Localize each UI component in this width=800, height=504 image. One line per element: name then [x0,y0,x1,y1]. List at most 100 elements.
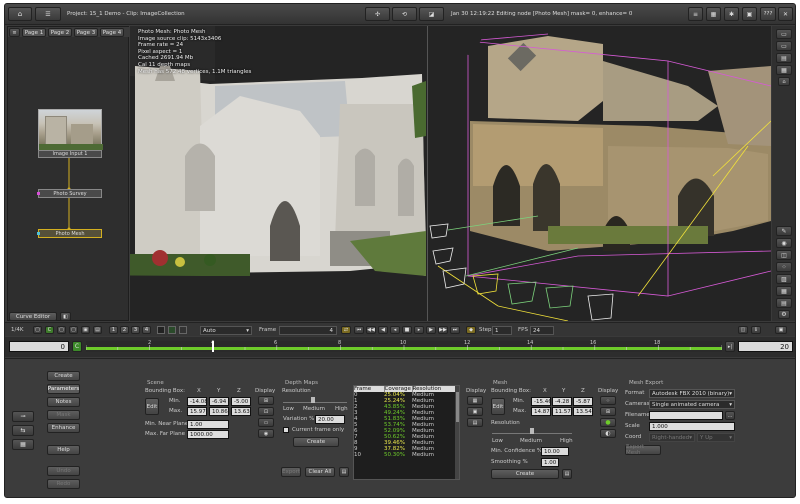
wipe-icon[interactable]: ▤ [93,326,102,334]
mesh-resolution-slider[interactable] [492,428,572,434]
view-1-button[interactable]: 1 [109,326,118,334]
play-icon[interactable]: ▶ [426,326,436,334]
color-swatch-blue[interactable] [179,326,187,334]
confidence-input[interactable]: 10.00 [541,447,569,456]
layout-split-icon[interactable]: ▭ [776,41,792,51]
menu-icon[interactable]: ☰ [35,7,61,21]
play-reverse-icon[interactable]: ◀ [378,326,388,334]
browse-icon[interactable]: … [725,411,735,420]
curve-editor-tab[interactable]: Curve Editor [9,312,57,321]
view-3-button[interactable]: 3 [131,326,140,334]
timeline-end-marker-icon[interactable]: ▸| [725,341,735,352]
export-mesh-button[interactable]: Export Mesh [625,444,661,456]
zoom-readout[interactable]: 1/4K [11,327,23,333]
step-input[interactable]: 1 [492,326,512,335]
depth-display-grid-icon[interactable]: ▦ [467,396,483,405]
notes-button[interactable]: Notes [47,397,80,407]
cameras-select[interactable]: Single animated camera ▾ [649,400,735,409]
view-2-button[interactable]: 2 [120,326,129,334]
depth-export-button[interactable]: Export [281,467,301,477]
fps-input[interactable]: 24 [530,326,554,335]
mask-button[interactable]: Mask [47,410,80,420]
rotate-icon[interactable]: ⟲ [392,7,417,21]
node-photo-survey[interactable]: Photo Survey [38,189,102,198]
timeline-start[interactable]: 0 [9,341,69,352]
layout-horizontal-icon[interactable]: ▤ [776,53,792,63]
fullscreen-icon[interactable]: ▣ [775,326,787,334]
app-logo-icon[interactable]: ⌂ [8,7,32,21]
scene-min-y[interactable]: -6.94 [209,397,229,406]
info-icon[interactable]: ℹ [751,326,761,334]
layout-quad-icon[interactable]: ▦ [776,65,792,75]
create-button[interactable]: Create [47,371,80,381]
depth-create-button[interactable]: Create [293,437,339,447]
parameters-button[interactable]: Parameters [47,384,80,394]
mode-select[interactable]: Auto ▾ [200,326,252,335]
slider-handle[interactable] [530,428,534,434]
camera-mode-icon[interactable]: ✣ [365,7,390,21]
depth-table-icon[interactable]: ▤ [339,467,349,477]
table-tool-icon[interactable]: ▤ [776,298,792,308]
split-view-icon[interactable]: ◫ [738,326,748,334]
channel-r-icon[interactable]: ▢ [33,326,42,334]
scene-min-x[interactable]: -14.08 [187,397,207,406]
prev-frame-icon[interactable]: ◂ [390,326,400,334]
scene-max-x[interactable]: 15.97 [187,407,207,416]
timeline-track[interactable]: 2 4 6 8 10 12 14 16 18 [86,340,722,352]
smoothing-input[interactable]: 1.00 [541,458,559,467]
layout-single-icon[interactable]: ▭ [776,29,792,39]
depth-display-depth-icon[interactable]: ▤ [467,418,483,427]
mesh-display-shaded-icon[interactable]: ◐ [600,429,616,438]
table-view-icon[interactable]: ▦ [12,439,34,450]
settings-gear-icon[interactable]: ⚙ [778,310,790,319]
overlay-toggle-icon[interactable]: ▣ [81,326,90,334]
mesh-tool-icon[interactable]: ◫ [776,250,792,260]
far-plane-input[interactable]: 1000.00 [187,430,229,439]
viewport[interactable]: Photo Mesh: Photo Mesh Image source clip… [130,26,771,321]
color-swatch-red[interactable] [157,326,165,334]
mesh-min-z[interactable]: -5.87 [573,397,593,406]
transfer-icon[interactable]: ⇆ [12,425,34,436]
scene-display-box-icon[interactable]: ⊡ [258,407,274,416]
settings-icon[interactable]: ✱ [724,7,739,21]
step-back-icon[interactable]: ◀◀ [366,326,376,334]
depth-resolution-slider[interactable] [283,397,347,403]
texture-tool-icon[interactable]: ▨ [776,274,792,284]
pan-icon[interactable]: ◪ [419,7,444,21]
mesh-display-color-icon[interactable]: ● [600,418,616,427]
frame-input[interactable]: 4 [279,326,337,335]
stop-icon[interactable]: ■ [402,326,412,334]
slider-handle[interactable] [311,397,315,403]
loop-icon[interactable]: ⇄ [341,326,351,334]
scene-edit-button[interactable]: Edit [145,398,159,415]
camera-tool-icon[interactable]: ◉ [776,238,792,248]
marker-icon[interactable]: ◆ [466,326,476,334]
list-icon[interactable]: ≡ [688,7,703,21]
enhance-button[interactable]: Enhance [47,423,80,433]
near-plane-input[interactable]: 1.00 [187,420,229,429]
coord-select[interactable]: Right-handed ▾ [649,433,695,442]
scene-display-camera-icon[interactable]: ◉ [258,429,274,438]
mesh-create-button[interactable]: Create [491,469,559,479]
select-tool-icon[interactable]: ✎ [776,226,792,236]
timeline[interactable]: 0 C 2 4 6 8 10 12 14 16 18 ▸| 20 [5,337,795,357]
mesh-min-y[interactable]: -4.28 [552,397,572,406]
mesh-display-points-icon[interactable]: ⁘ [600,396,616,405]
mesh-max-z[interactable]: 13.54 [573,407,593,416]
filename-input[interactable] [649,411,723,420]
scene-max-y[interactable]: 10.86 [209,407,229,416]
collapse-icon[interactable]: ⊸ [12,411,34,422]
close-icon[interactable]: ✕ [778,7,793,21]
scene-display-plane-icon[interactable]: ▭ [258,418,274,427]
table-row[interactable]: 10 50.30% Medium [354,452,455,458]
current-frame-checkbox[interactable] [283,427,289,433]
color-swatch-green[interactable] [168,326,176,334]
help-side-button[interactable]: Help [47,445,80,455]
channel-g-icon[interactable]: C [45,326,54,334]
grid-icon[interactable]: ▦ [706,7,721,21]
mesh-display-wire-icon[interactable]: ⊞ [600,407,616,416]
clear-all-button[interactable]: Clear All [305,467,335,477]
node-image-input[interactable]: Image Input 1 [38,109,103,158]
depth-display-image-icon[interactable]: ▣ [467,407,483,416]
format-select[interactable]: Autodesk FBX 2010 (binary) ▾ [649,389,735,398]
